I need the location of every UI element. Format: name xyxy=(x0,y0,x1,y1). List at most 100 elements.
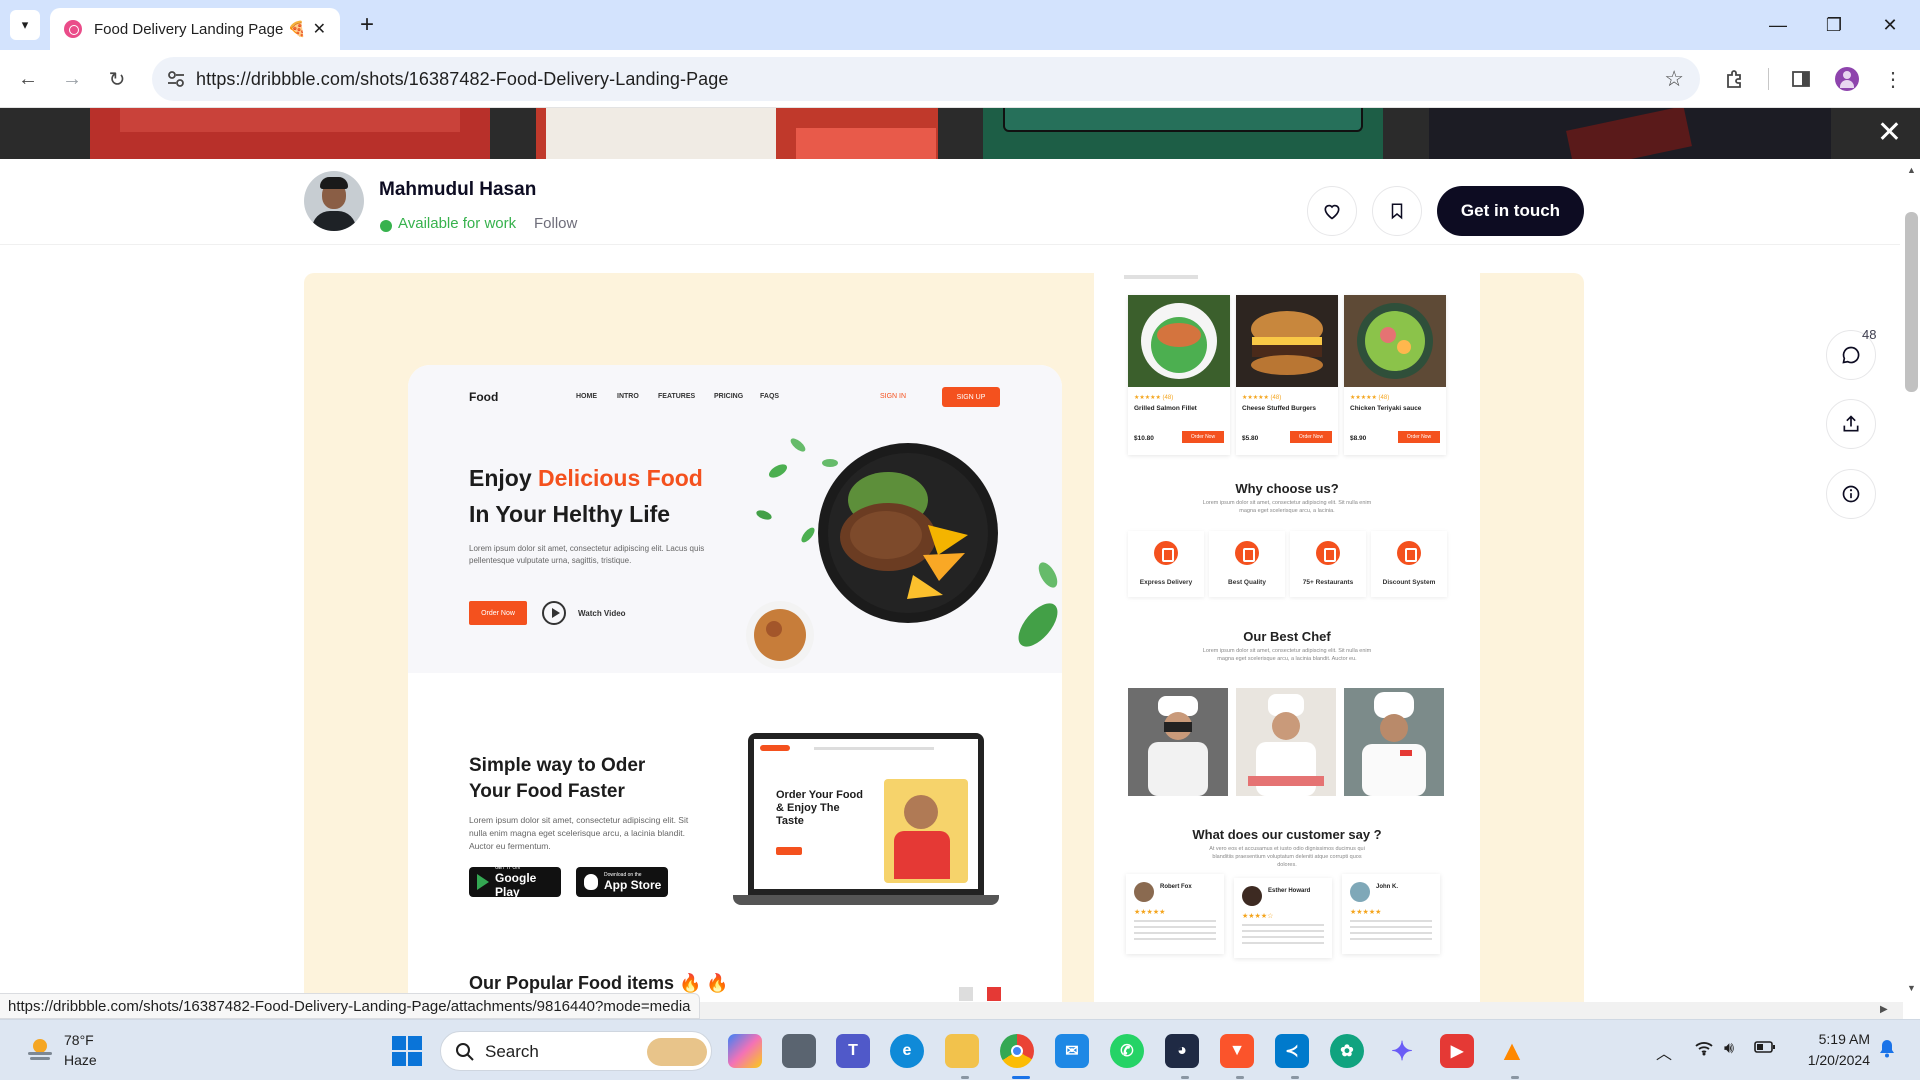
food-rating: ★★★★★ (48) xyxy=(1134,395,1174,401)
chatgpt-app-icon[interactable]: ✿ xyxy=(1330,1034,1364,1068)
battery-icon[interactable] xyxy=(1754,1040,1776,1059)
close-modal-icon[interactable]: ✕ xyxy=(1877,118,1902,148)
weather-condition[interactable]: Haze xyxy=(64,1052,97,1068)
google-play-badge: GET IT ON Google Play xyxy=(469,865,561,899)
follow-link[interactable]: Follow xyxy=(534,215,577,232)
customer-review-body: At vero eos et accusamus et iusto odio d… xyxy=(1209,846,1365,868)
scroll-up-icon[interactable]: ▲ xyxy=(1907,165,1916,175)
food-rating: ★★★★★ (48) xyxy=(1350,395,1390,401)
reviewer-name: Esther Howard xyxy=(1268,888,1311,894)
feature-label: Discount System xyxy=(1382,579,1436,586)
mock-nav-item: FEATURES xyxy=(658,393,696,400)
mock-nav-item: INTRO xyxy=(617,393,639,400)
mock-headline-accent: Delicious Food xyxy=(538,465,703,491)
status-bar-url: https://dribbble.com/shots/16387482-Food… xyxy=(0,993,700,1019)
heart-icon xyxy=(1324,204,1340,220)
food-rating: ★★★★★ (48) xyxy=(1242,395,1282,401)
active-tab[interactable]: Food Delivery Landing Page 🍕 ✕ xyxy=(50,8,340,50)
profile-button[interactable] xyxy=(1830,62,1864,96)
close-tab-icon[interactable]: ✕ xyxy=(313,19,326,39)
modal-backdrop[interactable] xyxy=(0,108,1920,159)
toolbar-divider xyxy=(1768,68,1769,90)
restaurant-icon xyxy=(1316,541,1340,565)
reload-button[interactable]: ↻ xyxy=(100,62,134,96)
wifi-icon[interactable] xyxy=(1694,1040,1714,1061)
minimize-button[interactable]: — xyxy=(1758,10,1798,40)
clock-time[interactable]: 5:19 AM xyxy=(1790,1031,1870,1047)
vlc-app-icon[interactable]: ▲ xyxy=(1495,1034,1529,1068)
clock-date[interactable]: 1/20/2024 xyxy=(1790,1052,1870,1068)
forward-button[interactable]: → xyxy=(55,62,89,96)
gemini-app-icon[interactable]: ✦ xyxy=(1385,1034,1419,1068)
browser-tabstrip: ▾ Food Delivery Landing Page 🍕 ✕ + — ❐ ✕ xyxy=(0,0,1920,50)
whatsapp-app-icon[interactable]: ✆ xyxy=(1110,1034,1144,1068)
task-view-icon[interactable] xyxy=(782,1034,816,1068)
author-avatar[interactable] xyxy=(304,171,364,231)
weather-temperature[interactable]: 78°F xyxy=(64,1032,94,1048)
tray-overflow-chevron-icon[interactable]: ︿ xyxy=(1656,1040,1672,1064)
brave-app-icon[interactable]: ▼ xyxy=(1220,1034,1254,1068)
mock-nav-item: PRICING xyxy=(714,393,744,400)
landing-page-mockup: Food HOME INTRO FEATURES PRICING FAQS SI… xyxy=(408,365,1062,1002)
availability-status[interactable]: Available for work xyxy=(398,215,516,232)
volume-icon[interactable]: 🔊︎ xyxy=(1724,1040,1734,1058)
delivery-icon xyxy=(1154,541,1178,565)
scroll-right-icon[interactable]: ▶ xyxy=(1880,1004,1888,1015)
feature-card: Best Quality xyxy=(1209,531,1285,597)
background-shot-thumbnail xyxy=(536,108,938,159)
extensions-button[interactable] xyxy=(1718,62,1752,96)
feature-card: 75+ Restaurants xyxy=(1290,531,1366,597)
best-chef-title: Our Best Chef xyxy=(1243,629,1331,644)
restore-button[interactable]: ❐ xyxy=(1814,10,1854,40)
reviewer-name: John K. xyxy=(1376,884,1398,890)
author-name[interactable]: Mahmudul Hasan xyxy=(379,179,536,201)
discount-icon xyxy=(1397,541,1421,565)
camera-app-icon[interactable]: ▶ xyxy=(1440,1034,1474,1068)
edge-app-icon[interactable]: e xyxy=(890,1034,924,1068)
address-bar[interactable]: https://dribbble.com/shots/16387482-Food… xyxy=(152,57,1700,101)
mock-headline-line2: In Your Helthy Life xyxy=(469,501,671,527)
landing-page-mockup-continued: ★★★★★ (48) Grilled Salmon Fillet $10.80 … xyxy=(1094,273,1480,1002)
like-button[interactable] xyxy=(1307,186,1357,236)
salmon-dish-image xyxy=(1128,295,1230,387)
review-stars-icon: ★★★★★ xyxy=(1134,909,1166,916)
copilot-app-icon[interactable] xyxy=(728,1034,762,1068)
tab-search-button[interactable]: ▾ xyxy=(10,10,40,40)
mock-order-button: Order Now xyxy=(469,601,527,625)
details-button[interactable] xyxy=(1826,469,1876,519)
browser-menu-button[interactable]: ⋮ xyxy=(1876,62,1910,96)
share-button[interactable] xyxy=(1826,399,1876,449)
chrome-app-icon[interactable] xyxy=(1000,1034,1034,1068)
laptop-base xyxy=(733,895,999,905)
taskbar-search[interactable]: Search xyxy=(440,1031,712,1071)
running-indicator xyxy=(1236,1076,1244,1079)
food-order-button: Order Now xyxy=(1182,431,1224,443)
new-tab-button[interactable]: + xyxy=(352,10,382,40)
why-choose-title: Why choose us? xyxy=(1235,481,1339,496)
close-window-button[interactable]: ✕ xyxy=(1870,10,1910,40)
weather-haze-icon[interactable] xyxy=(24,1034,56,1066)
why-choose-body: Lorem ipsum dolor sit amet, consectetur … xyxy=(1202,500,1372,514)
site-info-icon[interactable] xyxy=(166,69,186,89)
mail-app-icon[interactable]: ✉ xyxy=(1055,1034,1089,1068)
burger-image xyxy=(1236,295,1338,387)
teams-app-icon[interactable]: T xyxy=(836,1034,870,1068)
scroll-down-icon[interactable]: ▼ xyxy=(1907,983,1916,993)
mock-nav-item: HOME xyxy=(576,393,597,400)
vscode-app-icon[interactable]: ≺ xyxy=(1275,1034,1309,1068)
reviewer-avatar xyxy=(1242,886,1262,906)
back-button[interactable]: ← xyxy=(11,62,45,96)
vertical-scroll-thumb[interactable] xyxy=(1905,212,1918,392)
shot-image[interactable]: Food HOME INTRO FEATURES PRICING FAQS SI… xyxy=(304,273,1584,1002)
save-button[interactable] xyxy=(1372,186,1422,236)
url-text: https://dribbble.com/shots/16387482-Food… xyxy=(196,68,729,89)
notification-bell-icon[interactable] xyxy=(1878,1038,1896,1063)
penguin-app-icon[interactable]: ◕ xyxy=(1165,1034,1199,1068)
get-in-touch-button[interactable]: Get in touch xyxy=(1437,186,1584,236)
side-panel-icon xyxy=(1792,71,1810,87)
file-explorer-icon[interactable] xyxy=(945,1034,979,1068)
bookmark-star-icon[interactable]: ☆ xyxy=(1664,66,1684,92)
side-panel-button[interactable] xyxy=(1784,62,1818,96)
running-indicator xyxy=(1181,1076,1189,1079)
start-button[interactable] xyxy=(392,1036,422,1066)
